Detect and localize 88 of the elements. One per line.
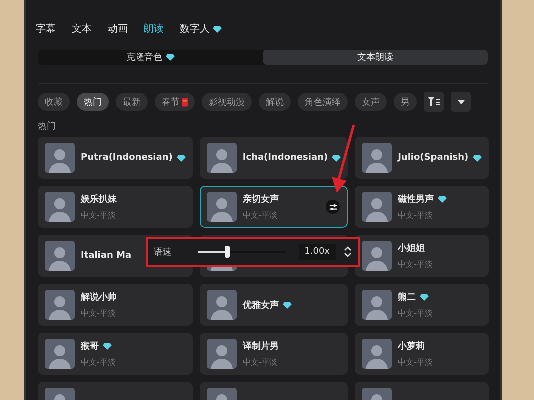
- voice-card[interactable]: Icha(Indonesian): [200, 137, 348, 179]
- voice-card[interactable]: Putra(Indonesian): [38, 137, 193, 179]
- voice-card[interactable]: 亲切女声 中文-平淡: [200, 186, 348, 228]
- envelope-icon: [182, 98, 188, 106]
- voice-style: 中文-平淡: [242, 357, 279, 368]
- avatar-icon: [206, 339, 237, 369]
- segment-tab[interactable]: 文本朗读: [263, 50, 488, 65]
- voice-name: 小萝莉: [398, 340, 426, 353]
- voice-name: 猴哥: [81, 340, 99, 353]
- avatar-icon: [362, 192, 392, 222]
- category-chip[interactable]: 热门: [77, 93, 109, 111]
- voice-name: Putra(Indonesian): [81, 153, 173, 163]
- voice-name: 解说小帅: [81, 291, 117, 304]
- speed-label: 语速: [154, 246, 173, 258]
- voice-card[interactable]: 熊二 中文-平淡: [355, 284, 489, 326]
- tab[interactable]: 数字人: [180, 22, 222, 36]
- voice-card[interactable]: 解说小帅 中文-平淡: [38, 284, 193, 326]
- avatar-icon: [206, 290, 237, 320]
- category-chip[interactable]: 男: [394, 93, 417, 111]
- category-chip[interactable]: 女声: [355, 93, 387, 111]
- slider-thumb[interactable]: [225, 246, 230, 258]
- section-title: 热门: [38, 120, 57, 133]
- segment-tab[interactable]: 克隆音色: [38, 50, 263, 65]
- voice-card[interactable]: 磁性男声 中文-平淡: [355, 186, 489, 228]
- voice-style: 中文-平淡: [398, 308, 433, 319]
- filter-icon: [428, 97, 440, 107]
- stepper-icon[interactable]: [344, 246, 352, 258]
- voice-name: 熊二: [398, 291, 416, 304]
- sliders-icon: [328, 202, 338, 212]
- voice-style: 中文-平淡: [398, 259, 433, 270]
- speed-slider[interactable]: [198, 246, 286, 258]
- category-chip[interactable]: 最新: [116, 93, 148, 111]
- diamond-icon: [332, 154, 342, 162]
- voice-name: 译制片男: [242, 340, 279, 353]
- voice-name: 小姐姐: [398, 242, 426, 255]
- avatar-icon: [362, 290, 392, 320]
- category-chip[interactable]: 春节: [155, 93, 195, 111]
- voice-card[interactable]: 优雅女声: [200, 284, 348, 326]
- avatar-icon: [206, 143, 237, 173]
- avatar-icon: [45, 143, 75, 173]
- voice-style: 中文-平淡: [81, 357, 116, 368]
- tab[interactable]: 动画: [108, 22, 128, 36]
- voice-style: 中文-平淡: [242, 210, 279, 221]
- diamond-icon: [103, 343, 112, 350]
- voice-card[interactable]: 猴哥 中文-平淡: [38, 333, 193, 375]
- voice-card[interactable]: 译制片男 中文-平淡: [200, 333, 348, 375]
- diamond-icon: [438, 196, 448, 203]
- category-chip[interactable]: 解说: [259, 93, 291, 111]
- avatar-icon: [362, 241, 392, 271]
- settings-button[interactable]: [326, 200, 340, 214]
- avatar-icon: [362, 339, 392, 369]
- voice-card[interactable]: 小萝莉 中文-平淡: [355, 333, 489, 375]
- category-chip[interactable]: 影视动漫: [202, 93, 252, 111]
- filter-button[interactable]: [424, 92, 444, 112]
- voice-card[interactable]: 娱乐扒妹 中文-平淡: [38, 186, 193, 228]
- voice-style: 中文-平淡: [398, 357, 433, 368]
- avatar-icon: [45, 192, 75, 222]
- voice-card[interactable]: Julio(Spanish): [355, 137, 489, 179]
- voice-name: 娱乐扒妹: [81, 193, 117, 206]
- voice-name: 优雅女声: [242, 299, 279, 312]
- voice-card[interactable]: 小姐姐 中文-平淡: [355, 235, 489, 277]
- voice-style: 中文-平淡: [81, 210, 117, 221]
- dropdown-button[interactable]: [451, 92, 471, 112]
- speed-value: 1.00x: [298, 244, 336, 260]
- avatar-icon: [362, 143, 392, 173]
- avatar-icon: [45, 241, 75, 271]
- voice-name: 亲切女声: [242, 193, 279, 206]
- voice-style: 中文-平淡: [81, 308, 117, 319]
- diamond-icon: [420, 294, 430, 301]
- category-chip[interactable]: 角色演绎: [298, 93, 348, 111]
- category-chip[interactable]: 收藏: [38, 93, 70, 111]
- voice-name: Italian Ma: [81, 251, 132, 261]
- tab[interactable]: 朗读: [144, 22, 164, 36]
- tab[interactable]: 字幕: [36, 22, 56, 36]
- diamond-icon: [176, 154, 186, 162]
- tab[interactable]: 文本: [72, 22, 92, 36]
- voice-name: 磁性男声: [398, 193, 434, 206]
- voice-name: Icha(Indonesian): [242, 153, 328, 163]
- avatar-icon: [206, 192, 237, 222]
- diamond-icon: [472, 154, 482, 162]
- diamond-icon: [213, 26, 222, 32]
- voice-name: Julio(Spanish): [398, 153, 469, 163]
- avatar-icon: [45, 339, 75, 369]
- diamond-icon: [282, 302, 292, 308]
- diamond-icon: [166, 54, 174, 61]
- voice-style: 中文-平淡: [398, 210, 434, 221]
- avatar-icon: [45, 290, 75, 320]
- caret-icon: [458, 100, 464, 104]
